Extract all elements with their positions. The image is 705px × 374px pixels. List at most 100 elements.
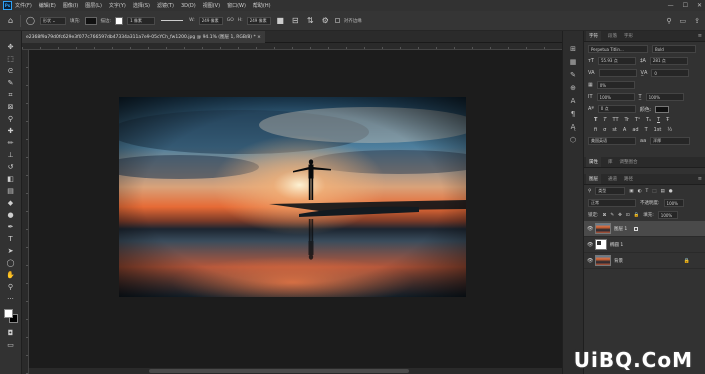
quick-mask-icon[interactable]: ◘: [4, 327, 18, 339]
blur-tool-icon[interactable]: ◆: [4, 197, 18, 209]
brush-tool-icon[interactable]: ✏: [4, 137, 18, 149]
horizontal-scrollbar[interactable]: [29, 368, 562, 374]
tab-glyphs[interactable]: 字形: [624, 33, 633, 39]
stroke-style-select[interactable]: [161, 20, 184, 21]
opacity-field[interactable]: 100%: [663, 199, 684, 207]
tab-character[interactable]: 字符: [586, 31, 601, 41]
quick-select-tool-icon[interactable]: ✎: [4, 77, 18, 89]
layer-name[interactable]: 图层 1: [614, 226, 627, 232]
history-brush-tool-icon[interactable]: ↺: [4, 161, 18, 173]
small-caps-button[interactable]: Tr: [625, 117, 629, 123]
eraser-tool-icon[interactable]: ◧: [4, 173, 18, 185]
share-icon[interactable]: ⇪: [694, 17, 700, 25]
layer-name[interactable]: 椭圆 1: [610, 242, 623, 248]
menu-file[interactable]: 文件(F): [15, 2, 32, 9]
marquee-tool-icon[interactable]: ⬚: [4, 53, 18, 65]
vertical-scale-field[interactable]: 100%: [596, 93, 635, 101]
fill-swatch[interactable]: [84, 16, 97, 25]
scrollbar-thumb[interactable]: [149, 369, 409, 373]
language-select[interactable]: 美国英语: [588, 137, 636, 145]
tab-paragraph[interactable]: 段落: [608, 33, 617, 39]
layers-menu-icon[interactable]: ≡: [698, 176, 702, 182]
visibility-eye-icon[interactable]: 👁: [587, 242, 595, 248]
menu-view[interactable]: 视图(V): [203, 2, 220, 9]
filter-toggle-icon[interactable]: ●: [669, 189, 673, 194]
path-arrangement-icon[interactable]: ⇅: [305, 16, 316, 25]
healing-tool-icon[interactable]: ✚: [4, 125, 18, 137]
contextual-button[interactable]: σ: [603, 127, 606, 133]
3d-icon[interactable]: ⬡: [567, 136, 579, 144]
minimize-button[interactable]: —: [668, 2, 674, 9]
kerning-field[interactable]: [598, 69, 637, 77]
visibility-eye-icon[interactable]: 👁: [587, 258, 595, 264]
tab-paths[interactable]: 路径: [624, 176, 633, 182]
swash-button[interactable]: A: [623, 127, 626, 133]
ordinals-button[interactable]: 1st: [654, 127, 662, 133]
superscript-button[interactable]: T¹: [635, 117, 640, 123]
menu-type[interactable]: 文字(Y): [109, 2, 126, 9]
faux-italic-button[interactable]: T: [603, 117, 606, 123]
fractions-button[interactable]: ½: [667, 127, 672, 133]
align-edges-checkbox[interactable]: [334, 18, 340, 23]
zoom-tool-icon[interactable]: ⚲: [4, 281, 18, 293]
screen-mode-icon[interactable]: ▭: [4, 339, 18, 351]
layer-row-layer1[interactable]: 👁 图层 1: [584, 221, 705, 237]
menu-3d[interactable]: 3D(D): [181, 3, 196, 9]
menu-filter[interactable]: 滤镜(T): [157, 2, 174, 9]
faux-bold-button[interactable]: T: [594, 117, 597, 123]
fill-field[interactable]: 100%: [657, 211, 678, 219]
frame-tool-icon[interactable]: ⊠: [4, 101, 18, 113]
dodge-tool-icon[interactable]: ●: [4, 209, 18, 221]
text-color-swatch[interactable]: [655, 105, 670, 113]
smart-filter-icon[interactable]: ▤: [661, 189, 665, 194]
menu-layer[interactable]: 图层(L): [85, 2, 102, 9]
subscript-button[interactable]: T₁: [646, 117, 651, 123]
link-wh-button[interactable]: GO: [227, 18, 234, 23]
font-style-select[interactable]: Bold: [652, 45, 696, 53]
menu-help[interactable]: 帮助(H): [253, 2, 271, 9]
stamp-tool-icon[interactable]: ⊥: [4, 149, 18, 161]
lock-paint-icon[interactable]: ✎: [610, 213, 614, 218]
stroke-size-field[interactable]: 1 像素: [127, 16, 156, 25]
document-tab[interactable]: e2368f9a79d0fc629e3f077c766597db47334a31…: [22, 31, 265, 43]
filter-kind-select[interactable]: 类型: [595, 187, 626, 195]
titling-button[interactable]: T: [645, 127, 648, 133]
type-filter-icon[interactable]: T: [646, 189, 649, 194]
clone-source-icon[interactable]: ⊕: [567, 84, 579, 92]
visibility-eye-icon[interactable]: 👁: [587, 226, 595, 232]
brush-settings-icon[interactable]: ✎: [567, 71, 579, 79]
path-alignment-icon[interactable]: ⊟: [290, 16, 301, 25]
close-tab-icon[interactable]: ×: [257, 35, 261, 40]
antialias-select[interactable]: 浑厚: [650, 137, 691, 145]
search-icon[interactable]: ⚲: [666, 17, 671, 25]
tab-properties[interactable]: 属性: [586, 157, 601, 167]
canvas-area[interactable]: [29, 50, 562, 374]
lasso-tool-icon[interactable]: ᘓ: [4, 65, 18, 77]
move-tool-icon[interactable]: ✥: [4, 41, 18, 53]
gear-icon[interactable]: ⚙: [320, 16, 331, 25]
hand-tool-icon[interactable]: ✋: [4, 269, 18, 281]
blend-mode-select[interactable]: 正常: [588, 199, 636, 207]
foreground-color[interactable]: [3, 309, 13, 318]
panel-menu-icon[interactable]: ≡: [698, 33, 702, 39]
path-operations-icon[interactable]: ■: [275, 16, 286, 25]
tab-layers[interactable]: 图层: [586, 174, 601, 184]
home-icon[interactable]: ⌂: [5, 16, 16, 25]
lock-all-icon[interactable]: 🔒: [634, 213, 640, 218]
baseline-field[interactable]: 0 点: [597, 105, 636, 113]
eyedropper-tool-icon[interactable]: ⚲: [4, 113, 18, 125]
paragraph-icon[interactable]: ¶: [567, 110, 579, 118]
layer-row-background[interactable]: 👁 背景 🔒: [584, 253, 705, 269]
lock-move-icon[interactable]: ✥: [618, 213, 622, 218]
maximize-button[interactable]: ☐: [683, 2, 688, 9]
underline-button[interactable]: T: [657, 117, 660, 123]
discretionary-button[interactable]: st: [612, 127, 617, 133]
tracking-field[interactable]: 0: [651, 69, 690, 77]
horizontal-scale-field[interactable]: 100%: [645, 93, 684, 101]
menu-select[interactable]: 选择(S): [133, 2, 150, 9]
more-tools-icon[interactable]: ···: [4, 293, 18, 305]
all-caps-button[interactable]: TT: [612, 117, 618, 123]
gradient-tool-icon[interactable]: ▤: [4, 185, 18, 197]
history-icon[interactable]: ⊞: [567, 45, 579, 53]
strikethrough-button[interactable]: Ŧ: [666, 117, 669, 123]
